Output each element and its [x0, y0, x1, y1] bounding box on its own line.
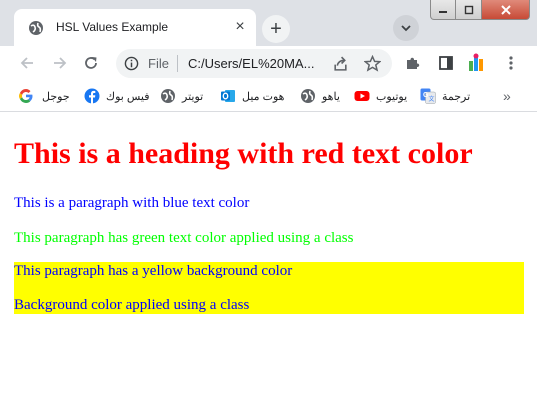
yellow-class-paragraph: Background color applied using a class [14, 297, 250, 313]
address-bar[interactable]: File C:/Users/EL%20MA... [116, 49, 392, 78]
bookmarks-overflow-button[interactable]: » [503, 87, 511, 105]
profile-button[interactable] [466, 52, 488, 74]
tab-search-button[interactable] [393, 15, 419, 41]
puzzle-icon [407, 57, 420, 69]
minimize-icon [439, 10, 447, 13]
double-chevron-icon: » [503, 88, 511, 104]
bookmarks-bar: جوجل فيس بوك تويتر هوت ميل ياهو يوتيوب G… [0, 81, 537, 112]
url-text[interactable]: C:/Users/EL%20MA... [188, 56, 314, 71]
menu-button[interactable] [500, 52, 522, 74]
close-icon [500, 4, 511, 15]
share-icon[interactable] [332, 55, 349, 72]
forward-button[interactable] [49, 52, 71, 74]
bookmark-star-icon[interactable] [364, 55, 381, 72]
chevron-down-icon [401, 25, 411, 32]
svg-text:文: 文 [429, 95, 435, 103]
extensions-button[interactable] [402, 52, 424, 74]
bookmark-label: يوتيوب [376, 90, 408, 103]
tab-title: HSL Values Example [56, 20, 169, 34]
google-translate-icon: G 文 [420, 88, 436, 104]
bookmark-label: هوت ميل [242, 90, 285, 103]
new-tab-button[interactable]: + [262, 15, 290, 43]
bookmark-twitter[interactable]: تويتر [160, 87, 203, 105]
url-scheme-label: File [148, 56, 169, 71]
window-controls [430, 0, 537, 20]
bookmark-label: ترجمة [442, 90, 471, 103]
yellow-background-paragraph: This paragraph has a yellow background c… [14, 263, 293, 279]
side-panel-button[interactable] [435, 52, 457, 74]
green-paragraph: This paragraph has green text color appl… [14, 230, 354, 246]
bookmark-hotmail[interactable]: هوت ميل [220, 87, 284, 105]
back-button[interactable] [16, 52, 38, 74]
bookmark-youtube[interactable]: يوتيوب [354, 87, 407, 105]
globe-icon [161, 89, 175, 103]
youtube-icon [354, 91, 370, 101]
bookmark-label: تويتر [182, 90, 204, 103]
bookmark-google[interactable]: جوجل [18, 87, 70, 105]
bookmark-label: جوجل [42, 90, 70, 103]
bookmark-label: فيس بوك [106, 90, 150, 103]
bookmark-yahoo[interactable]: ياهو [300, 87, 340, 105]
bookmark-facebook[interactable]: فيس بوك [84, 87, 149, 105]
reload-icon [85, 57, 97, 69]
maximize-icon [464, 5, 473, 14]
tab-close-icon[interactable]: × [230, 17, 250, 37]
facebook-icon [84, 88, 100, 104]
bookmark-translate[interactable]: G 文 ترجمة [420, 87, 470, 105]
tab-strip: HSL Values Example × + [0, 0, 537, 46]
page-heading: This is a heading with red text color [14, 137, 473, 170]
side-panel-icon [439, 56, 453, 70]
avatar-icon [469, 53, 483, 71]
maximize-button[interactable] [456, 0, 482, 20]
blue-paragraph: This is a paragraph with blue text color [14, 195, 250, 211]
omnibox-divider [177, 55, 178, 72]
back-arrow-icon [20, 57, 33, 69]
reload-button[interactable] [80, 52, 102, 74]
globe-icon [301, 89, 315, 103]
page-viewport: This is a heading with red text color Th… [0, 113, 537, 417]
active-tab[interactable]: HSL Values Example × [14, 9, 256, 46]
minimize-button[interactable] [430, 0, 456, 20]
bookmark-label: ياهو [322, 90, 340, 103]
browser-toolbar: File C:/Users/EL%20MA... [0, 46, 537, 81]
forward-arrow-icon [54, 57, 67, 69]
close-window-button[interactable] [482, 0, 530, 20]
kebab-menu-icon [509, 56, 513, 70]
yellow-background-block: This paragraph has a yellow background c… [14, 262, 524, 314]
info-icon[interactable] [124, 56, 139, 71]
outlook-icon [221, 90, 235, 102]
google-icon [19, 89, 33, 103]
globe-icon [29, 21, 43, 35]
